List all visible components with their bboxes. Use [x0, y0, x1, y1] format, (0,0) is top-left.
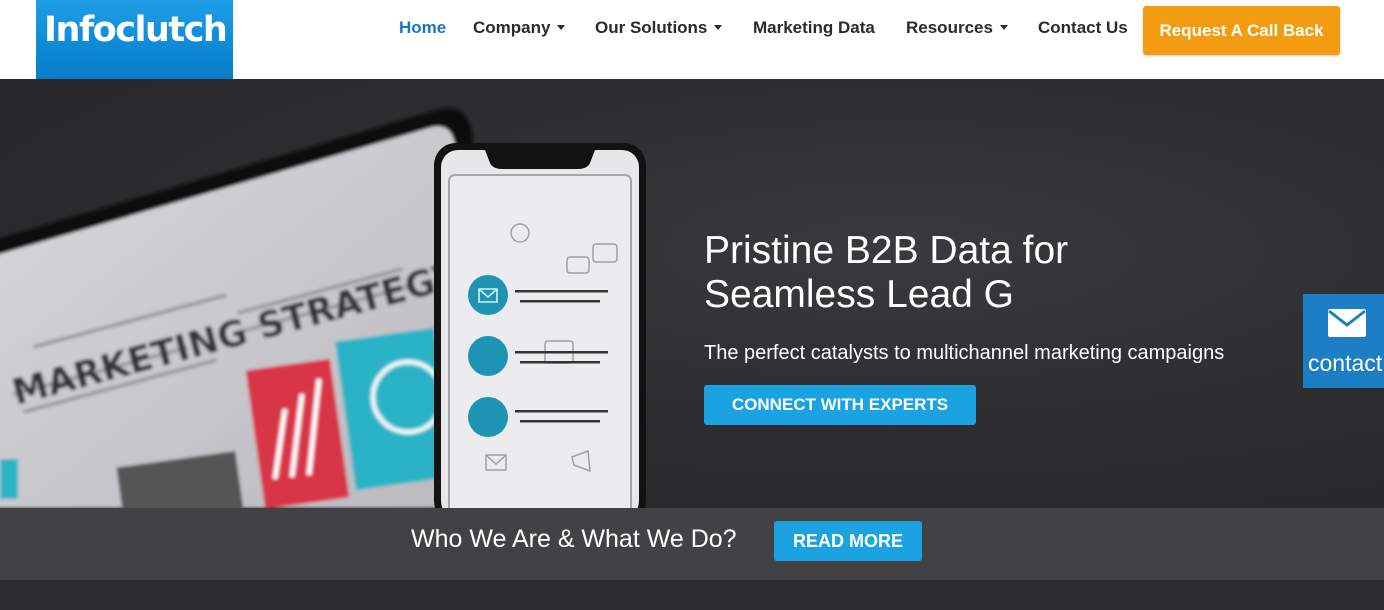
tablet-image: MARKETING STRATEGY [0, 108, 500, 508]
nav-item-marketing-data[interactable]: Marketing Data [753, 18, 875, 38]
nav-item-our-solutions-label: Our Solutions [595, 18, 708, 37]
contact-side-tab[interactable]: contact [1303, 294, 1384, 388]
nav-item-home[interactable]: Home [399, 18, 446, 38]
nav-item-our-solutions[interactable]: Our Solutions [595, 18, 723, 38]
nav-item-company-label: Company [473, 18, 551, 37]
site-logo[interactable]: Infoclutch [36, 0, 233, 79]
contact-tab-label: contact [1308, 350, 1383, 376]
chevron-down-icon [557, 25, 566, 31]
envelope-icon [1328, 309, 1366, 337]
chevron-down-icon [714, 25, 723, 31]
about-strip: Who We Are & What We Do? READ MORE [0, 508, 1384, 580]
hero-banner: MARKETING STRATEGY Pristine B2B Data for… [0, 79, 1384, 508]
site-header: Infoclutch Home Company Our Solutions Ma… [0, 0, 1384, 79]
hero-title-line-1: Pristine B2B Data for [704, 229, 1069, 272]
logo-text: Infoclutch [44, 10, 228, 50]
nav-item-resources-label: Resources [906, 18, 993, 37]
connect-with-experts-button[interactable]: CONNECT WITH EXPERTS [704, 385, 976, 425]
page-bottom-section [0, 580, 1384, 610]
request-call-back-button[interactable]: Request A Call Back [1143, 6, 1340, 55]
about-strip-text: Who We Are & What We Do? [411, 525, 737, 553]
phone-image [434, 143, 646, 508]
chevron-down-icon [999, 25, 1008, 31]
read-more-button[interactable]: READ MORE [774, 521, 922, 561]
nav-item-company[interactable]: Company [473, 18, 566, 38]
hero-subtitle: The perfect catalysts to multichannel ma… [704, 342, 1225, 364]
hero-illustration: MARKETING STRATEGY [0, 108, 646, 508]
nav-item-resources[interactable]: Resources [906, 18, 1008, 38]
hero-title-line-2: Seamless Lead G [704, 273, 1015, 316]
nav-item-contact-us[interactable]: Contact Us [1038, 18, 1128, 38]
hero-title: Pristine B2B Data for Seamless Lead G [704, 229, 1164, 317]
